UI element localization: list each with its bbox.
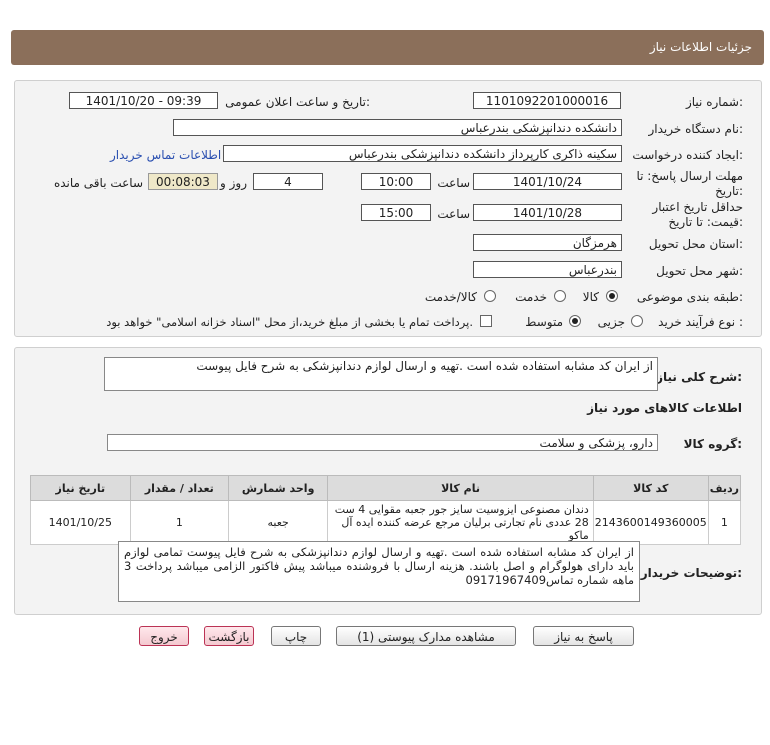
validity-time-field: 15:00 [361,204,431,221]
remaining-label: ساعت باقی مانده [53,176,143,190]
validity-date-field: 1401/10/28 [473,204,622,221]
deadline-label: مهلت ارسال پاسخ: تا [636,169,743,183]
purchase-radio-minor[interactable] [631,315,643,327]
col-row: ردیف [707,475,742,501]
deadline-label-date: تاریخ: [715,184,743,198]
col-unit: واحد شمارش [228,475,329,501]
print-button[interactable]: چاپ [271,626,321,646]
treasury-checkbox[interactable] [480,315,492,327]
cell-unit: جعبه [228,500,329,545]
deadline-time-label: ساعت [437,176,470,190]
need-number-label: شماره نیاز: [685,95,743,109]
category-radio-both[interactable] [484,290,496,302]
province-label: استان محل تحویل: [648,237,743,251]
category-label: طبقه بندی موضوعی: [636,290,743,304]
announce-field: 1401/10/20 - 09:39 [69,92,218,109]
cell-date: 1401/10/25 [30,500,131,545]
back-button[interactable]: بازگشت [204,626,254,646]
validity-label: حداقل تاریخ اعتبار [652,200,743,214]
table-row: 1 2143600149360005 دندان مصنوعی ایزوسیت … [30,500,742,545]
need-description-label: شرح کلی نیاز: [656,370,742,384]
category-option-both: کالا/خدمت [424,290,477,304]
creator-field: سکینه ذاکری کارپرداز دانشکده دندانپزشکی … [223,145,622,162]
col-name: نام کالا [327,475,594,501]
city-label: شهر محل تحویل: [656,264,743,278]
category-option-goods: کالا [582,290,599,304]
deadline-time-field: 10:00 [361,173,431,190]
page-header: جزئیات اطلاعات نیاز [11,30,764,65]
category-option-service: خدمت [515,290,547,304]
goods-table: ردیف کد کالا نام کالا واحد شمارش تعداد /… [30,475,742,545]
city-field: بندرعباس [473,261,622,278]
days-field: 4 [253,173,323,190]
purchase-option-medium: متوسط [525,315,563,329]
buyer-org-field: دانشکده دندانپزشکی بندرعباس [173,119,622,136]
need-number-field: 1101092201000016 [473,92,621,109]
goods-group-field: دارو، پزشکی و سلامت [107,434,658,451]
need-description-field: از ایران کد مشابه استفاده شده است .تهیه … [104,357,658,391]
creator-label: ایجاد کننده درخواست: [632,148,743,162]
announce-label: تاریخ و ساعت اعلان عمومی: [225,95,370,109]
goods-table-header: ردیف کد کالا نام کالا واحد شمارش تعداد /… [30,475,742,501]
cell-name: دندان مصنوعی ایزوسیت سایز جور جعبه مقوای… [327,500,594,545]
purchase-option-minor: جزیی [597,315,625,329]
cell-qty: 1 [129,500,230,545]
treasury-note: پرداخت تمام یا بخشی از مبلغ خرید،از محل … [106,315,473,329]
deadline-date-field: 1401/10/24 [473,173,622,190]
col-code: کد کالا [592,475,709,501]
purchase-type-label: نوع فرآیند خرید : [658,315,743,329]
reply-button[interactable]: پاسخ به نیاز [533,626,634,646]
col-qty: تعداد / مقدار [129,475,230,501]
province-field: هرمزگان [473,234,622,251]
validity-time-label: ساعت [437,207,470,221]
view-attachments-button[interactable]: مشاهده مدارک پیوستی (1) [336,626,516,646]
purchase-radio-medium[interactable] [569,315,581,327]
validity-label-date: قیمت: تا تاریخ: [668,215,743,229]
category-radio-service[interactable] [554,290,566,302]
category-radio-goods[interactable] [606,290,618,302]
days-label: روز و [220,176,247,190]
cell-row: 1 [707,500,742,545]
goods-info-title: اطلاعات کالاهای مورد نیاز [587,401,742,415]
buyer-contact-link[interactable]: اطلاعات تماس خریدار [110,148,221,162]
remaining-time-field: 00:08:03 [148,173,218,190]
page-title: جزئیات اطلاعات نیاز [649,40,752,54]
cell-code: 2143600149360005 [592,500,709,545]
col-date: تاریخ نیاز [30,475,131,501]
exit-button[interactable]: خروج [139,626,189,646]
buyer-org-label: نام دستگاه خریدار: [648,122,744,136]
buyer-notes-field: از ایران کد مشابه استفاده شده است .تهیه … [118,541,640,602]
goods-group-label: گروه کالا: [683,437,742,451]
buyer-notes-label: توضیحات خریدار: [640,566,742,580]
